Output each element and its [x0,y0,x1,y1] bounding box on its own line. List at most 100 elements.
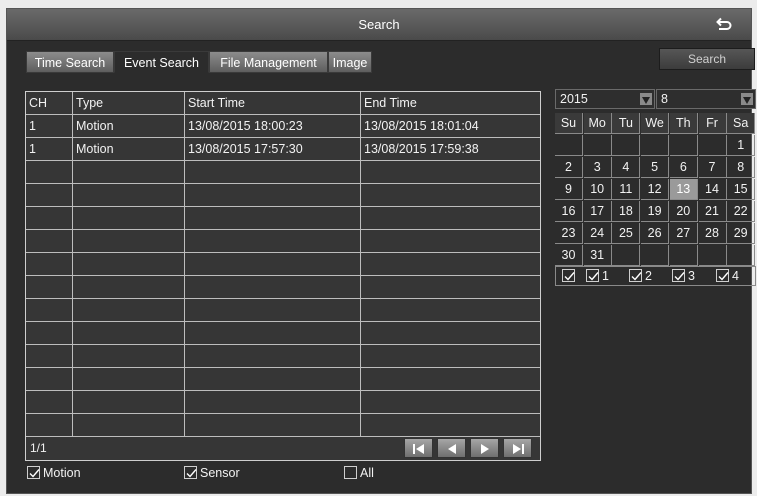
calendar-day[interactable]: 10 [583,179,612,200]
skip-first-icon [413,444,424,454]
calendar-day[interactable]: 26 [641,223,670,244]
year-select[interactable]: 2015 [555,89,655,109]
checkbox-all[interactable] [344,466,357,479]
calendar-day[interactable]: 7 [698,157,727,178]
table-row[interactable] [26,207,540,230]
table-cell: 1 [26,138,73,160]
weekday-header: Mo [583,113,612,134]
table-cell [26,207,73,229]
back-icon[interactable] [713,15,733,35]
table-cell [73,368,185,390]
calendar-day[interactable]: 31 [583,245,612,266]
column-header: Type [73,92,185,114]
calendar-day[interactable]: 25 [612,223,641,244]
check-icon [718,272,729,281]
channel-label: 1 [602,269,609,283]
weekday-header: We [641,113,670,134]
channel-checkbox[interactable] [629,269,642,282]
channel-3[interactable]: 3 [672,269,695,284]
channel-checkbox[interactable] [716,269,729,282]
calendar-day[interactable]: 1 [727,135,756,156]
calendar-day[interactable]: 4 [612,157,641,178]
calendar-day[interactable]: 20 [669,201,698,222]
calendar-day[interactable]: 21 [698,201,727,222]
table-cell [185,253,361,275]
channel-2[interactable]: 2 [629,269,652,284]
calendar-day[interactable]: 30 [555,245,583,266]
table-row[interactable] [26,184,540,207]
table-cell [26,161,73,183]
table-row[interactable] [26,368,540,391]
table-cell [26,391,73,413]
tab-file-management[interactable]: File Management [209,51,328,73]
table-cell [26,368,73,390]
table-row[interactable]: 1 Motion 13/08/2015 17:57:30 13/08/2015 17:… [26,138,540,161]
year-value: 2015 [560,92,588,106]
month-select[interactable]: 8 [656,89,756,109]
table-cell [185,345,361,367]
calendar-day[interactable]: 29 [727,223,756,244]
calendar-day[interactable]: 23 [555,223,583,244]
channel-checkbox[interactable] [672,269,685,282]
calendar-day[interactable]: 19 [641,201,670,222]
column-header: End Time [364,96,417,110]
channel-4[interactable]: 4 [716,269,739,284]
calendar-day[interactable]: 11 [612,179,641,200]
table-row[interactable] [26,322,540,345]
calendar-day[interactable]: 6 [669,157,698,178]
channel-checkbox[interactable] [562,269,575,282]
dropdown-arrow-icon [741,93,753,105]
last-page-button[interactable] [503,438,532,458]
table-row[interactable] [26,276,540,299]
calendar-day[interactable]: 3 [583,157,612,178]
prev-page-button[interactable] [437,438,466,458]
checkbox-sensor[interactable] [184,466,197,479]
table-cell: 13/08/2015 18:01:04 [364,119,479,133]
calendar-day[interactable]: 28 [698,223,727,244]
table-row[interactable]: 1 Motion 13/08/2015 18:00:23 13/08/2015 18:… [26,115,540,138]
calendar-empty-cell [669,135,698,156]
calendar-day[interactable]: 2 [555,157,583,178]
calendar-day[interactable]: 12 [641,179,670,200]
calendar: 2015 8 Su Mo Tu We Th Fr Sa 1 2 3 4 5 6 7 8 9 10 11 12 13 14… [555,89,756,266]
check-icon [588,272,599,281]
checkbox-motion[interactable] [27,466,40,479]
calendar-day[interactable]: 18 [612,201,641,222]
table-row[interactable] [26,161,540,184]
channel-checkbox[interactable] [586,269,599,282]
tab-image[interactable]: Image [328,51,372,73]
calendar-day[interactable]: 27 [669,223,698,244]
channel-label: 2 [645,269,652,283]
filter-sensor[interactable]: Sensor [184,466,240,482]
calendar-day[interactable]: 16 [555,201,583,222]
calendar-day[interactable]: 24 [583,223,612,244]
table-row[interactable] [26,391,540,414]
calendar-day[interactable]: 9 [555,179,583,200]
table-cell [361,230,540,252]
calendar-day[interactable]: 13 [669,179,698,200]
table-row[interactable] [26,345,540,368]
calendar-day[interactable]: 22 [727,201,756,222]
filter-motion[interactable]: Motion [27,466,81,482]
filter-all[interactable]: All [344,466,374,482]
calendar-day[interactable]: 17 [583,201,612,222]
table-row[interactable] [26,230,540,253]
calendar-day[interactable]: 14 [698,179,727,200]
table-row[interactable] [26,299,540,322]
tab-time-search[interactable]: Time Search [26,51,114,73]
calendar-day[interactable]: 8 [727,157,756,178]
search-button[interactable]: Search [659,48,755,70]
table-cell [26,276,73,298]
channel-1[interactable]: 1 [586,269,609,284]
calendar-day[interactable]: 15 [727,179,756,200]
tab-event-search[interactable]: Event Search [114,51,209,73]
table-row[interactable] [26,414,540,437]
table-row[interactable] [26,253,540,276]
first-page-button[interactable] [404,438,433,458]
title-bar: Search [7,9,751,41]
calendar-day[interactable]: 5 [641,157,670,178]
table-cell: Motion [73,115,185,137]
check-icon [186,469,197,478]
channel-all[interactable] [562,269,578,284]
next-page-button[interactable] [470,438,499,458]
